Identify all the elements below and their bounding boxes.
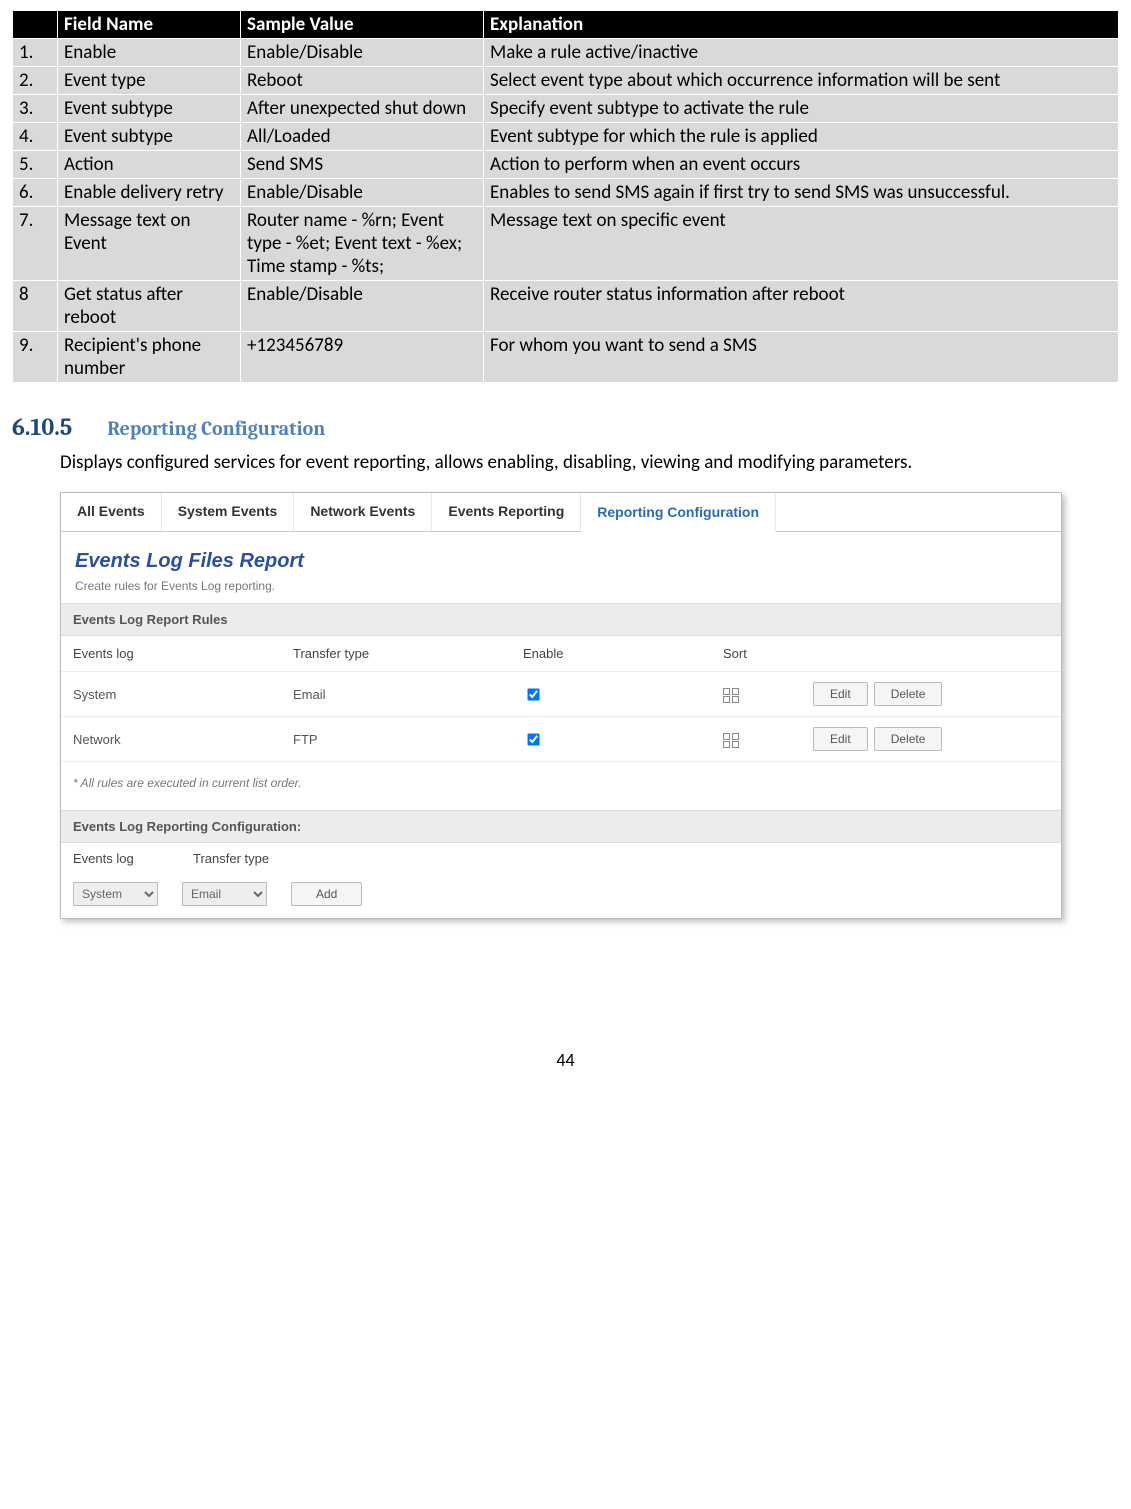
- row-explain: For whom you want to send a SMS: [484, 332, 1119, 383]
- rules-header-enable: Enable: [523, 646, 723, 661]
- row-num: 7.: [13, 207, 58, 281]
- row-field: Event type: [58, 67, 241, 95]
- rule-transfer: FTP: [293, 732, 523, 747]
- section-number: 6.10.5: [12, 413, 72, 441]
- table-row: 4.Event subtypeAll/LoadedEvent subtype f…: [13, 123, 1119, 151]
- sort-handle-icon[interactable]: [723, 687, 730, 701]
- row-sample: Enable/Disable: [241, 179, 484, 207]
- row-sample: +123456789: [241, 332, 484, 383]
- row-sample: Send SMS: [241, 151, 484, 179]
- table-row: 3.Event subtypeAfter unexpected shut dow…: [13, 95, 1119, 123]
- th-num: [13, 11, 58, 39]
- row-field: Enable: [58, 39, 241, 67]
- section-title: Reporting Configuration: [107, 417, 325, 440]
- edit-button[interactable]: Edit: [813, 682, 868, 706]
- row-explain: Message text on specific event: [484, 207, 1119, 281]
- row-sample: After unexpected shut down: [241, 95, 484, 123]
- add-button[interactable]: Add: [291, 882, 362, 906]
- rules-header-log: Events log: [73, 646, 293, 661]
- rule-enable-checkbox[interactable]: [527, 688, 539, 700]
- row-num: 4.: [13, 123, 58, 151]
- row-sample: Router name - %rn; Event type - %et; Eve…: [241, 207, 484, 281]
- delete-button[interactable]: Delete: [874, 682, 943, 706]
- tab-system-events[interactable]: System Events: [162, 493, 295, 531]
- events-log-select[interactable]: System: [73, 882, 158, 906]
- tab-all-events[interactable]: All Events: [61, 493, 162, 531]
- row-sample: All/Loaded: [241, 123, 484, 151]
- row-sample: Enable/Disable: [241, 39, 484, 67]
- th-explain: Explanation: [484, 11, 1119, 39]
- row-field: Message text on Event: [58, 207, 241, 281]
- reporting-config-screenshot: All EventsSystem EventsNetwork EventsEve…: [60, 492, 1062, 919]
- rules-header: Events log Transfer type Enable Sort: [61, 636, 1061, 672]
- transfer-type-select[interactable]: Email: [182, 882, 267, 906]
- row-num: 6.: [13, 179, 58, 207]
- table-row: 8Get status after rebootEnable/DisableRe…: [13, 281, 1119, 332]
- row-num: 2.: [13, 67, 58, 95]
- panel-subtitle: Create rules for Events Log reporting.: [61, 579, 1061, 603]
- rule-row: NetworkFTP EditDelete: [61, 717, 1061, 762]
- sort-handle-icon[interactable]: [732, 687, 739, 701]
- table-row: 1.EnableEnable/DisableMake a rule active…: [13, 39, 1119, 67]
- rules-band: Events Log Report Rules: [61, 603, 1061, 636]
- row-field: Action: [58, 151, 241, 179]
- row-field: Recipient's phone number: [58, 332, 241, 383]
- section-heading: 6.10.5 Reporting Configuration: [12, 413, 1119, 441]
- table-row: 9.Recipient's phone number+123456789For …: [13, 332, 1119, 383]
- row-sample: Enable/Disable: [241, 281, 484, 332]
- row-num: 5.: [13, 151, 58, 179]
- sort-handle-icon[interactable]: [723, 732, 730, 746]
- row-explain: Receive router status information after …: [484, 281, 1119, 332]
- table-row: 6.Enable delivery retryEnable/DisableEna…: [13, 179, 1119, 207]
- rules-header-sort: Sort: [723, 646, 813, 661]
- row-field: Event subtype: [58, 123, 241, 151]
- row-num: 3.: [13, 95, 58, 123]
- rule-row: SystemEmail EditDelete: [61, 672, 1061, 717]
- section-description: Displays configured services for event r…: [60, 451, 1119, 474]
- tab-reporting-configuration[interactable]: Reporting Configuration: [581, 494, 776, 532]
- row-explain: Action to perform when an event occurs: [484, 151, 1119, 179]
- table-row: 2.Event typeRebootSelect event type abou…: [13, 67, 1119, 95]
- row-field: Enable delivery retry: [58, 179, 241, 207]
- row-num: 1.: [13, 39, 58, 67]
- rule-log: Network: [73, 732, 293, 747]
- delete-button[interactable]: Delete: [874, 727, 943, 751]
- row-field: Get status after reboot: [58, 281, 241, 332]
- config-header-log: Events log: [73, 851, 193, 866]
- table-row: 7.Message text on EventRouter name - %rn…: [13, 207, 1119, 281]
- tab-network-events[interactable]: Network Events: [294, 493, 432, 531]
- th-field: Field Name: [58, 11, 241, 39]
- row-sample: Reboot: [241, 67, 484, 95]
- rule-transfer: Email: [293, 687, 523, 702]
- panel-title: Events Log Files Report: [61, 532, 1061, 579]
- page-number: 44: [12, 1049, 1119, 1071]
- config-row: System Email Add: [61, 870, 1061, 918]
- rule-log: System: [73, 687, 293, 702]
- rules-note: * All rules are executed in current list…: [61, 762, 1061, 810]
- tab-bar: All EventsSystem EventsNetwork EventsEve…: [61, 493, 1061, 532]
- config-band: Events Log Reporting Configuration:: [61, 810, 1061, 843]
- table-row: 5.ActionSend SMSAction to perform when a…: [13, 151, 1119, 179]
- config-header: Events log Transfer type: [61, 843, 1061, 870]
- edit-button[interactable]: Edit: [813, 727, 868, 751]
- row-explain: Specify event subtype to activate the ru…: [484, 95, 1119, 123]
- sort-handle-icon[interactable]: [732, 732, 739, 746]
- rules-header-transfer: Transfer type: [293, 646, 523, 661]
- tab-events-reporting[interactable]: Events Reporting: [432, 493, 581, 531]
- row-num: 9.: [13, 332, 58, 383]
- field-table: Field Name Sample Value Explanation 1.En…: [12, 10, 1119, 383]
- row-explain: Event subtype for which the rule is appl…: [484, 123, 1119, 151]
- config-header-transfer: Transfer type: [193, 851, 313, 866]
- rule-enable-checkbox[interactable]: [527, 733, 539, 745]
- row-field: Event subtype: [58, 95, 241, 123]
- row-explain: Enables to send SMS again if first try t…: [484, 179, 1119, 207]
- row-explain: Make a rule active/inactive: [484, 39, 1119, 67]
- row-explain: Select event type about which occurrence…: [484, 67, 1119, 95]
- th-sample: Sample Value: [241, 11, 484, 39]
- row-num: 8: [13, 281, 58, 332]
